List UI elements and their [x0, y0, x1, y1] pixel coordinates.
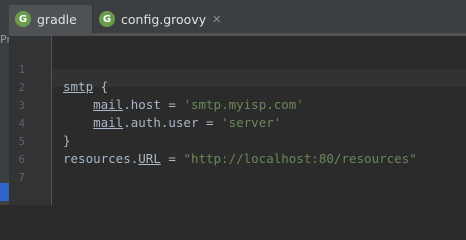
gradle-icon: G: [15, 11, 31, 27]
groovy-file-icon: G: [99, 11, 115, 27]
line-number: 7: [18, 172, 25, 184]
close-icon[interactable]: ✕: [212, 13, 221, 26]
code-token-brace: {: [93, 79, 109, 94]
code-token-mail: mail: [93, 115, 124, 130]
tab-label: gradle: [37, 11, 77, 27]
code-token-close-brace: }: [63, 133, 71, 148]
tab-config-groovy[interactable]: G config.groovy ✕: [93, 5, 221, 33]
code-line-2[interactable]: smtp {: [63, 78, 108, 96]
code-token-mail: mail: [93, 97, 124, 112]
code-line-5[interactable]: }: [63, 132, 71, 150]
code-token-url: URL: [138, 151, 161, 166]
code-token-equals: =: [160, 151, 184, 166]
code-token-resources: resources.: [63, 151, 139, 166]
code-string-host: 'smtp.myisp.com': [183, 97, 304, 112]
line-number: 6: [18, 154, 25, 166]
code-string-user: 'server': [221, 115, 282, 130]
code-token-auth-user: .auth.user =: [123, 115, 222, 130]
line-number: 5: [18, 136, 25, 148]
line-number: 4: [18, 118, 25, 130]
tab-label: config.groovy: [121, 11, 207, 27]
code-string-url: "http://localhost:80/resources": [183, 151, 417, 166]
current-line-highlight: [52, 69, 466, 87]
line-number-gutter: 1 2 3 4 5 6 7: [9, 36, 52, 205]
project-selection-marker: [0, 183, 9, 201]
code-line-4[interactable]: mail.auth.user = 'server': [63, 114, 281, 132]
line-number: 1: [18, 64, 25, 76]
code-line-6[interactable]: resources.URL = "http://localhost:80/res…: [63, 150, 417, 168]
code-token-smtp: smtp: [63, 79, 94, 94]
line-number: 2: [18, 82, 25, 94]
code-line-3[interactable]: mail.host = 'smtp.myisp.com': [63, 96, 304, 114]
code-token-host: .host =: [123, 97, 184, 112]
line-number: 3: [18, 100, 25, 112]
code-editor[interactable]: 1 2 3 4 5 6 7 smtp { mail.host = 'smtp.m…: [9, 36, 466, 205]
ide-window: Pr G gradle G config.groovy ✕ 1 2 3 4 5 …: [0, 0, 466, 205]
tab-gradle[interactable]: G gradle: [9, 5, 93, 33]
editor-tab-bar: G gradle G config.groovy ✕: [9, 0, 466, 37]
